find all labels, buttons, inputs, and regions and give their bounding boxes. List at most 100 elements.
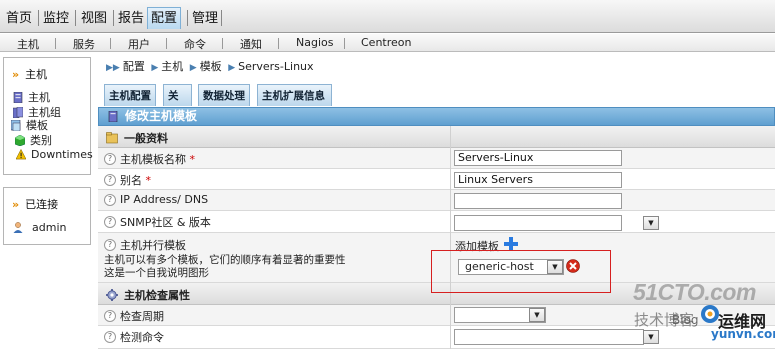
- breadcrumb-arrow-icon: ▶: [228, 63, 236, 73]
- watermark-blog: Blog: [672, 313, 699, 327]
- template-name-input[interactable]: Servers-Linux: [454, 150, 622, 166]
- breadcrumb-current: Servers-Linux: [238, 60, 314, 73]
- breadcrumb-arrow-icon: ▶: [189, 63, 197, 73]
- nav-views[interactable]: 视图: [81, 8, 107, 30]
- warning-icon: [16, 149, 26, 160]
- sidebar-hosts-title: » 主机: [12, 66, 47, 82]
- tab-host-config[interactable]: 主机配置: [104, 84, 156, 106]
- check-period-label: ? 检查周期: [104, 308, 164, 324]
- section-check-label: 主机检查属性: [124, 289, 190, 302]
- user-icon: [13, 222, 23, 233]
- parallel-label: ? 主机并行模板: [104, 237, 186, 253]
- nav-monitoring[interactable]: 监控: [43, 8, 69, 30]
- nav-home[interactable]: 首页: [6, 8, 32, 30]
- sidebar-item-templates[interactable]: 模板: [11, 117, 48, 133]
- tab-data-processing[interactable]: 数据处理: [198, 84, 250, 106]
- ip-label: ? IP Address/ DNS: [104, 193, 208, 206]
- subnav-services[interactable]: 服务: [73, 36, 95, 52]
- breadcrumb-templates[interactable]: 模板: [200, 60, 222, 73]
- breadcrumb: ▶▶ 配置 ▶ 主机 ▶ 模板 ▶ Servers-Linux: [106, 58, 314, 74]
- server-icon: [108, 111, 118, 122]
- breadcrumb-config[interactable]: 配置: [123, 60, 145, 73]
- nav-configuration[interactable]: 配置: [147, 7, 182, 29]
- template-icon: [11, 119, 21, 131]
- chevron-down-icon[interactable]: ▼: [643, 330, 659, 344]
- subnav-separator: [222, 38, 223, 49]
- sidebar-item-downtimes[interactable]: Downtimes: [16, 148, 93, 161]
- sidebar-connected-title: » 已连接: [12, 196, 58, 212]
- breadcrumb-hosts[interactable]: 主机: [161, 60, 183, 73]
- snmp-label: ? SNMP社区 & 版本: [104, 214, 211, 230]
- subnav-separator: [110, 38, 111, 49]
- sidebar-hosts-title-text: 主机: [25, 68, 48, 81]
- subnav-separator: [278, 38, 279, 49]
- nav-separator: [75, 10, 76, 26]
- subnav-notifications[interactable]: 通知: [240, 36, 262, 52]
- row-snmp: ? SNMP社区 & 版本 ▼: [98, 211, 775, 233]
- info-folder-icon: [106, 132, 118, 144]
- server-group-icon: [13, 106, 23, 118]
- sidebar-item-label: Downtimes: [31, 148, 93, 161]
- tab-host-extended-info[interactable]: 主机扩展信息: [257, 84, 332, 106]
- tab-relations[interactable]: 关系: [163, 84, 192, 124]
- server-icon: [13, 91, 23, 103]
- connected-user[interactable]: admin: [13, 221, 66, 234]
- template-name-label-text: 主机模板名称: [120, 153, 186, 166]
- sidebar-item-label: 主机: [28, 91, 50, 104]
- sidebar-item-categories[interactable]: 类别: [15, 132, 52, 148]
- form-title-bar: 修改主机模板: [98, 107, 775, 126]
- alias-input[interactable]: Linux Servers: [454, 172, 622, 188]
- section-general-label: 一般资料: [124, 132, 168, 145]
- snmp-version-dropdown[interactable]: ▼: [643, 216, 659, 230]
- help-icon[interactable]: ?: [104, 239, 116, 251]
- parallel-description-2: 这是一个自我说明图形: [104, 267, 209, 279]
- required-marker: *: [145, 173, 152, 187]
- highlight-box: [431, 250, 611, 293]
- help-icon[interactable]: ?: [104, 331, 116, 343]
- sidebar-item-label: 类别: [30, 134, 52, 147]
- help-icon[interactable]: ?: [104, 310, 116, 322]
- form-title: 修改主机模板: [125, 109, 198, 123]
- check-period-label-text: 检查周期: [120, 310, 164, 323]
- snmp-community-input[interactable]: [454, 215, 622, 231]
- column-divider: [450, 126, 451, 349]
- nav-separator: [38, 10, 39, 26]
- parallel-label-text: 主机并行模板: [120, 239, 186, 252]
- row-ip-address: ? IP Address/ DNS: [98, 190, 775, 211]
- help-icon[interactable]: ?: [104, 174, 116, 186]
- section-general-title: 一般资料: [104, 130, 168, 146]
- sidebar-hosts-box: » 主机 主机 主机组 模板 类别 Downtimes: [3, 57, 93, 175]
- double-arrow-icon: »: [12, 68, 20, 81]
- nav-separator: [221, 10, 222, 26]
- nav-reports[interactable]: 报告: [118, 8, 144, 30]
- subnav-nagios[interactable]: Nagios: [296, 36, 333, 49]
- snmp-label-text: SNMP社区 & 版本: [120, 216, 211, 229]
- check-command-label-text: 检测命令: [120, 331, 164, 344]
- required-marker: *: [189, 152, 196, 166]
- chevron-down-icon[interactable]: ▼: [529, 308, 545, 322]
- category-cube-icon: [15, 134, 25, 146]
- sub-navigation: 主机 服务 用户 命令 通知 Nagios Centreon: [0, 34, 775, 52]
- breadcrumb-arrow-icon: ▶: [151, 63, 159, 73]
- nav-separator: [113, 10, 114, 26]
- sidebar-connected-box: » 已连接 admin: [3, 187, 91, 245]
- subnav-separator: [344, 38, 345, 49]
- ip-input[interactable]: [454, 193, 622, 209]
- subnav-hosts[interactable]: 主机: [17, 36, 39, 52]
- template-name-label: ? 主机模板名称 *: [104, 151, 195, 167]
- check-command-label: ? 检测命令: [104, 329, 164, 345]
- nav-admin[interactable]: 管理: [192, 8, 218, 30]
- subnav-centreon[interactable]: Centreon: [361, 36, 411, 49]
- help-icon[interactable]: ?: [104, 193, 116, 206]
- breadcrumb-arrow-icon: ▶▶: [106, 63, 120, 73]
- help-icon[interactable]: ?: [104, 216, 116, 228]
- subnav-users[interactable]: 用户: [128, 36, 150, 52]
- subnav-separator: [166, 38, 167, 49]
- sidebar-item-hosts[interactable]: 主机: [13, 89, 50, 105]
- help-icon[interactable]: ?: [104, 153, 116, 165]
- row-parallel-templates: ? 主机并行模板 主机可以有多个模板，它们的顺序有着显著的重要性 这是一个自我说明…: [98, 233, 775, 293]
- check-command-select[interactable]: [454, 329, 644, 345]
- subnav-separator: [55, 38, 56, 49]
- add-plus-icon[interactable]: [504, 237, 518, 251]
- subnav-commands[interactable]: 命令: [184, 36, 206, 52]
